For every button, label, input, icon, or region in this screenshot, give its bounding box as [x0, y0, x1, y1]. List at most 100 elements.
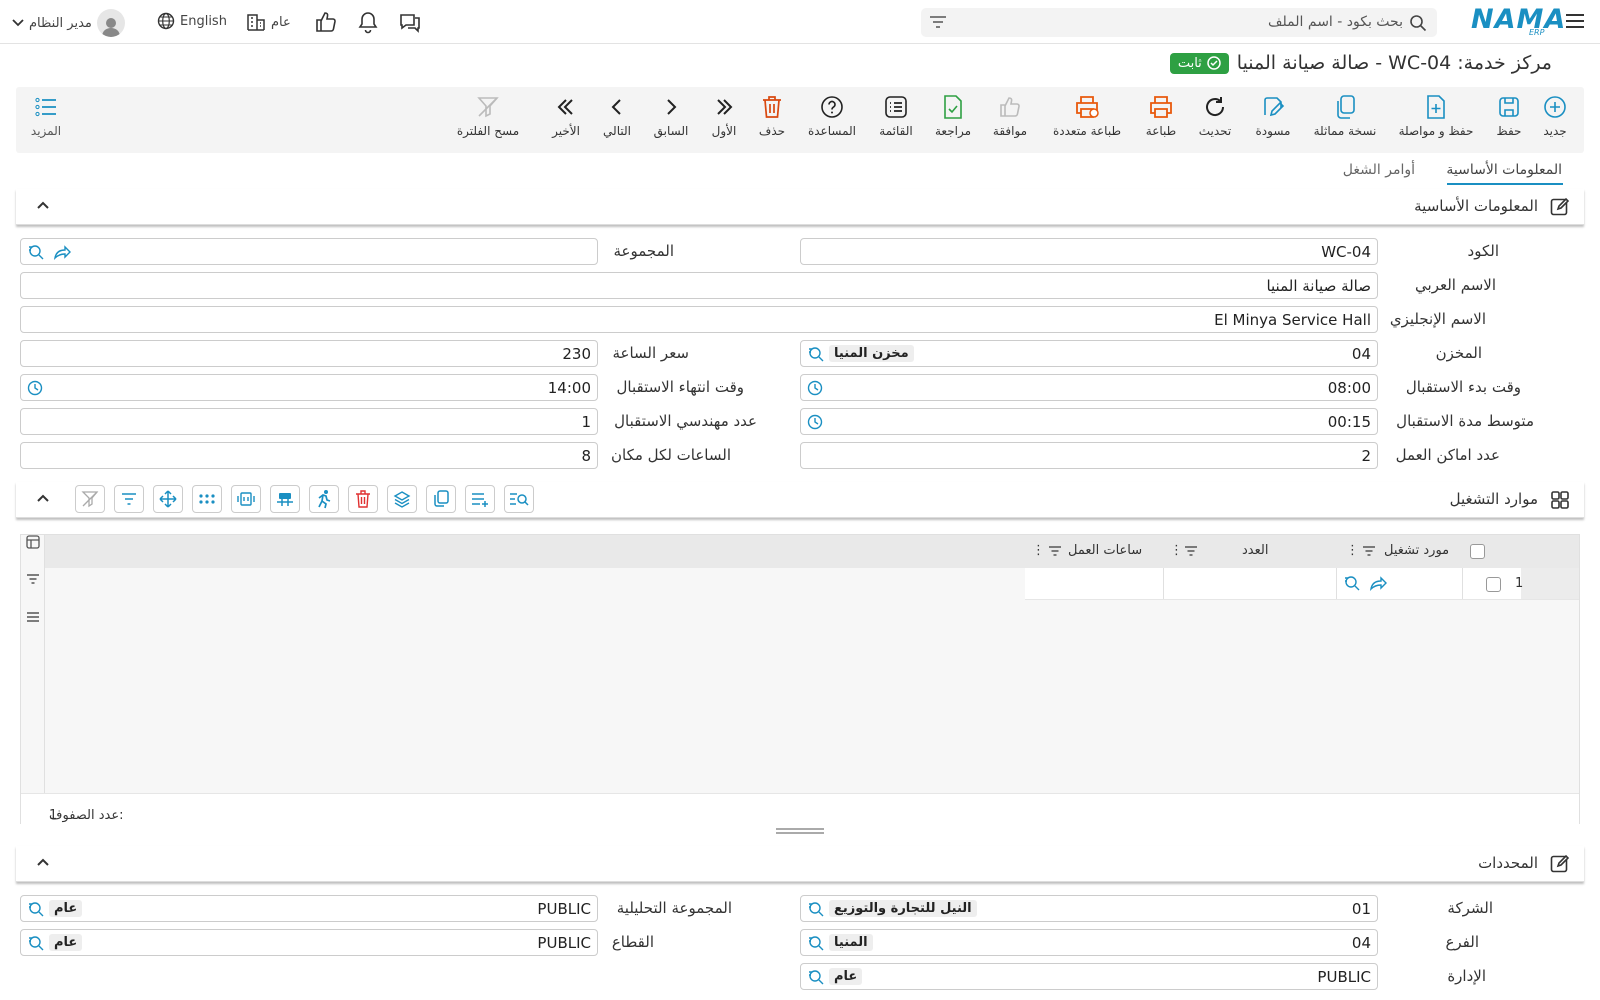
avg-reception-field[interactable]: 00:15: [800, 408, 1378, 435]
column-resize-icon: [237, 492, 255, 506]
lookup-search-icon[interactable]: [807, 969, 825, 985]
arabic-name-field[interactable]: صالة صيانة المنيا: [20, 272, 1378, 299]
row-checkbox[interactable]: [1486, 577, 1501, 592]
clear-filter-button[interactable]: مسح الفلترة: [448, 94, 528, 138]
branch-field[interactable]: 04 المنيا: [800, 929, 1378, 956]
search-box[interactable]: بحث بكود - اسم الملف: [921, 8, 1437, 37]
department-field[interactable]: PUBLIC عام: [800, 963, 1378, 990]
list-icon: [884, 94, 908, 120]
lookup-search-icon[interactable]: [27, 901, 45, 917]
reception-start-field[interactable]: 08:00: [800, 374, 1378, 401]
multi-print-icon: [1074, 94, 1100, 120]
hours-per-place-field[interactable]: 8: [20, 442, 598, 469]
resize-handle[interactable]: [776, 828, 824, 834]
work-places-field[interactable]: 2: [800, 442, 1378, 469]
bell-icon[interactable]: [357, 10, 379, 34]
reception-engineers-field[interactable]: 1: [20, 408, 598, 435]
grid-run-button[interactable]: [309, 485, 339, 513]
tab-work-orders[interactable]: أوامر الشغل: [1343, 162, 1415, 178]
lookup-search-icon[interactable]: [807, 346, 825, 362]
lookup-search-icon[interactable]: [27, 244, 45, 260]
save-and-continue-button[interactable]: حفظ و مواصلة: [1396, 94, 1476, 138]
copy-icon: [434, 490, 449, 507]
grid-footer: عدد الصفوف: 1: [21, 793, 1579, 824]
analytic-group-tag: عام: [49, 900, 83, 917]
reception-start-label: وقت بدء الاستقبال: [1405, 378, 1521, 396]
save-button[interactable]: حفظ: [1469, 94, 1549, 138]
branch-label: الفرع: [1445, 933, 1479, 951]
company-scope[interactable]: عام: [246, 12, 291, 32]
share-arrow-icon[interactable]: [53, 244, 71, 260]
basic-info-section-header[interactable]: المعلومات الأساسية: [16, 189, 1584, 225]
move-arrows-icon: [159, 490, 177, 508]
language-switch[interactable]: English: [157, 12, 227, 30]
next-icon: [610, 94, 624, 120]
branch-name-tag: المنيا: [829, 934, 873, 951]
grid-add-rows-button[interactable]: [465, 485, 495, 513]
check-circle-icon: [1207, 56, 1221, 70]
last-button[interactable]: الأخير: [526, 94, 606, 138]
company-label: الشركة: [1447, 899, 1493, 917]
table-row[interactable]: 1: [1025, 568, 1579, 600]
grid-columns-button[interactable]: [231, 485, 261, 513]
english-name-field[interactable]: El Minya Service Hall: [20, 306, 1378, 333]
top-bar: NAMA ERP بحث بكود - اسم الملف عام Englis…: [0, 0, 1600, 44]
filter-icon[interactable]: [929, 15, 947, 29]
clear-filter-icon: [476, 94, 500, 120]
thumbs-up-icon: [998, 94, 1022, 120]
code-field[interactable]: WC-04: [800, 238, 1378, 265]
action-toolbar: جديد حفظ حفظ و مواصلة نسخة مماثلة مسودة …: [16, 87, 1584, 153]
grid-layers-button[interactable]: [387, 485, 417, 513]
clock-icon[interactable]: [807, 380, 823, 396]
more-button[interactable]: المزيد: [6, 94, 86, 138]
filter-icon: [122, 493, 136, 505]
lookup-search-icon[interactable]: [27, 935, 45, 951]
grid-clear-filter-button[interactable]: [75, 485, 105, 513]
grid-move-button[interactable]: [153, 485, 183, 513]
grid-merge-button[interactable]: [270, 485, 300, 513]
grid-dots-button[interactable]: [192, 485, 222, 513]
menu-lines-icon[interactable]: [26, 611, 40, 623]
chevron-down-icon: [12, 18, 24, 28]
tab-basic-info[interactable]: المعلومات الأساسية: [1446, 162, 1562, 178]
company-field[interactable]: 01 النيل للتجارة والتوزيع: [800, 895, 1378, 922]
dimensions-section-header[interactable]: المحددات: [16, 846, 1584, 882]
chat-icon[interactable]: [398, 10, 422, 34]
lookup-search-icon[interactable]: [807, 901, 825, 917]
prev-icon: [664, 94, 678, 120]
collapse-chevron-icon[interactable]: [36, 493, 50, 503]
grid-filter-button[interactable]: [114, 485, 144, 513]
collapse-chevron-icon[interactable]: [36, 200, 50, 210]
reception-end-field[interactable]: 14:00: [20, 374, 598, 401]
running-person-icon: [318, 490, 331, 509]
clock-icon[interactable]: [27, 380, 43, 396]
filter-icon[interactable]: [26, 573, 40, 585]
hamburger-menu-icon[interactable]: [1564, 10, 1586, 32]
clock-icon[interactable]: [807, 414, 823, 430]
lookup-search-icon[interactable]: [807, 935, 825, 951]
user-menu[interactable]: مدير النظام: [12, 9, 125, 37]
grid-delete-button[interactable]: [348, 485, 378, 513]
share-arrow-icon[interactable]: [1369, 575, 1387, 591]
sector-field[interactable]: PUBLIC عام: [20, 929, 598, 956]
department-label: الإدارة: [1447, 967, 1486, 985]
search-list-icon: [510, 493, 529, 506]
save-icon: [1497, 94, 1521, 120]
grid-copy-button[interactable]: [426, 485, 456, 513]
warehouse-field[interactable]: 04 مخزن المنيا: [800, 340, 1378, 367]
table-settings-icon[interactable]: [26, 535, 40, 549]
lookup-search-icon[interactable]: [1343, 575, 1361, 591]
grid-search-button[interactable]: [504, 485, 534, 513]
reception-engineers-label: عدد مهندسي الاستقبال: [614, 412, 757, 430]
print-button[interactable]: طباعة: [1121, 94, 1201, 138]
group-field[interactable]: [20, 238, 598, 265]
multi-print-button[interactable]: طباعة متعددة: [1047, 94, 1127, 138]
collapse-chevron-icon[interactable]: [36, 857, 50, 867]
analytic-group-field[interactable]: PUBLIC عام: [20, 895, 598, 922]
column-menu-icon: ⋮: [1032, 543, 1045, 558]
hour-price-field[interactable]: 230: [20, 340, 598, 367]
duplicate-button[interactable]: نسخة مماثلة: [1305, 94, 1385, 138]
select-all-checkbox[interactable]: [1470, 544, 1485, 559]
thumbs-up-icon[interactable]: [314, 10, 338, 34]
help-icon: [820, 94, 844, 120]
